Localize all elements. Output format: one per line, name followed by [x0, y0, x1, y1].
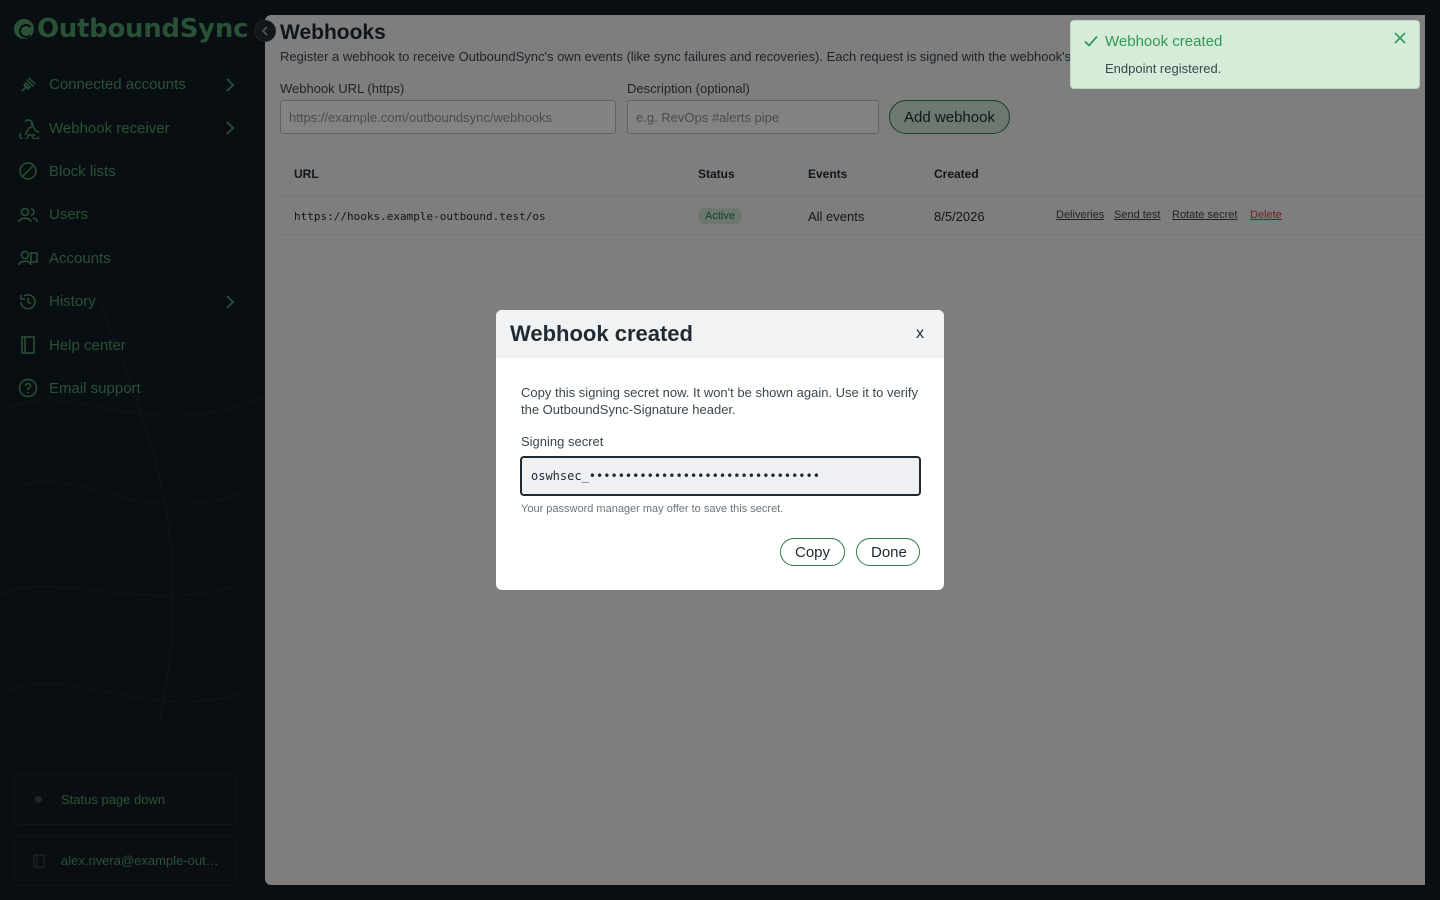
webhook-created-dialog: Webhook created x Copy this signing secr…: [496, 310, 944, 590]
close-icon[interactable]: [1393, 31, 1407, 45]
dialog-header: Webhook created x: [496, 310, 944, 358]
signing-secret-value: oswhsec_••••••••••••••••••••••••••••••••: [531, 469, 820, 483]
signing-secret-label: Signing secret: [521, 434, 604, 449]
copy-button[interactable]: Copy: [780, 538, 845, 566]
toast-message: Endpoint registered.: [1105, 61, 1222, 76]
toast-title: Webhook created: [1105, 33, 1223, 50]
success-toast: Webhook created Endpoint registered.: [1070, 20, 1420, 89]
check-icon: [1084, 35, 1098, 47]
dialog-close-button[interactable]: x: [916, 325, 924, 343]
dialog-message: Copy this signing secret now. It won't b…: [521, 385, 919, 417]
signing-secret-field[interactable]: oswhsec_••••••••••••••••••••••••••••••••: [520, 456, 921, 496]
dialog-title: Webhook created: [510, 321, 693, 346]
done-button[interactable]: Done: [856, 538, 920, 566]
password-manager-hint: Your password manager may offer to save …: [521, 503, 784, 515]
